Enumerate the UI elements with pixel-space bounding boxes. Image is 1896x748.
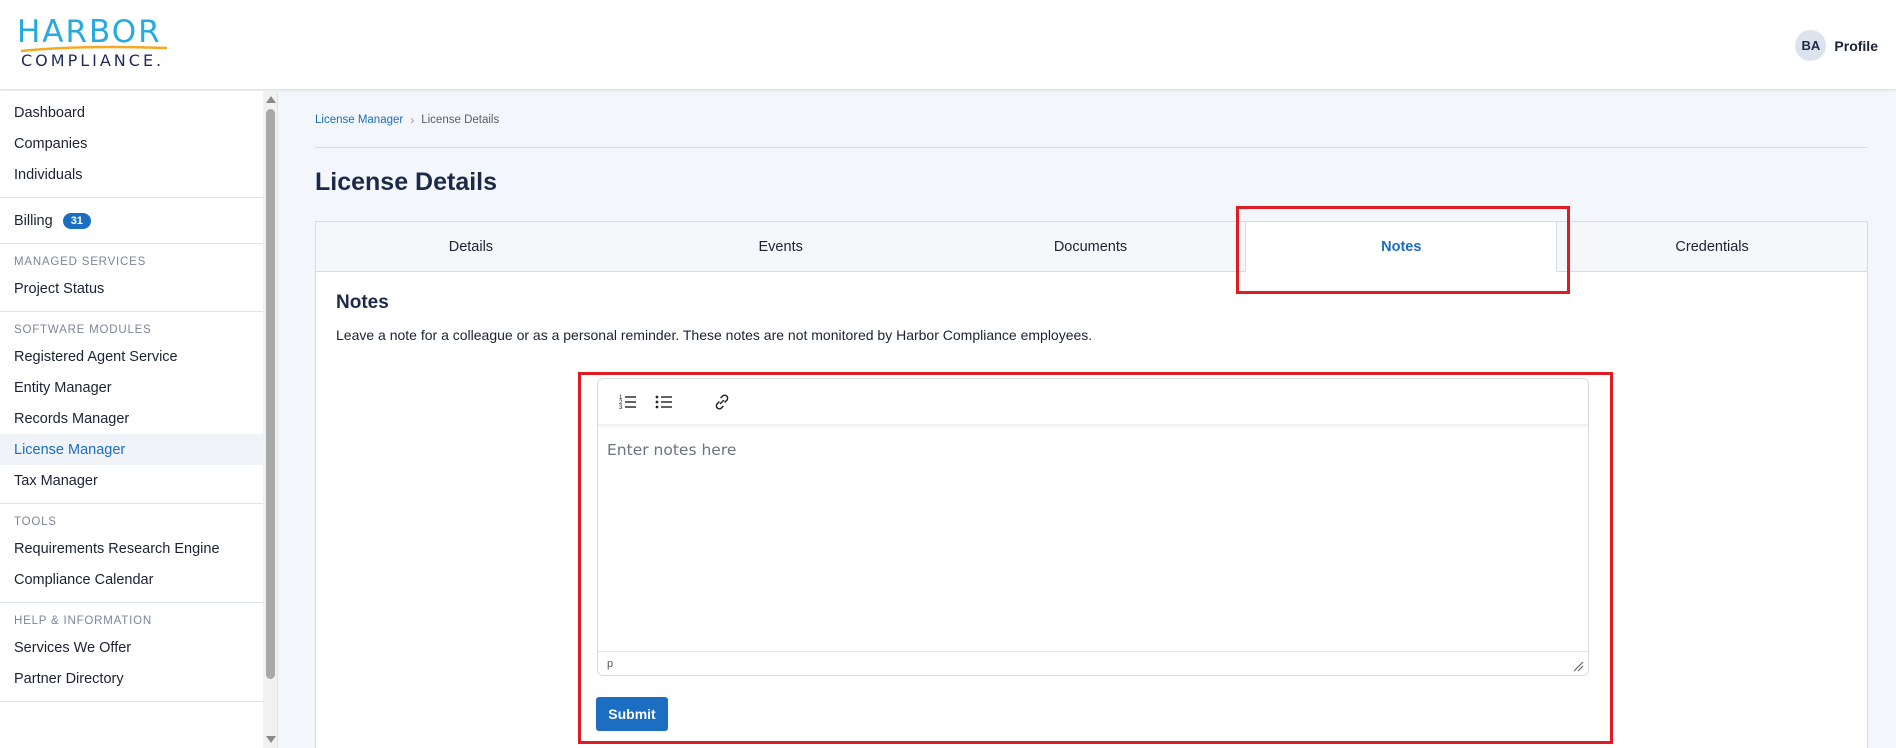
tab-events[interactable]: Events	[625, 222, 936, 272]
sidebar-item-services-we-offer[interactable]: Services We Offer	[0, 632, 263, 663]
notes-panel: Notes Leave a note for a colleague or as…	[315, 272, 1868, 748]
sidebar-section-help-information: HELP & INFORMATION	[14, 615, 152, 627]
profile-menu[interactable]: BA Profile	[1795, 30, 1878, 61]
sidebar-divider	[0, 701, 263, 702]
sidebar-item-records-manager[interactable]: Records Manager	[0, 403, 263, 434]
tab-details[interactable]: Details	[316, 222, 626, 272]
sidebar-divider	[0, 503, 263, 504]
bullet-list-icon[interactable]	[652, 390, 676, 414]
sidebar-item-individuals[interactable]: Individuals	[0, 159, 263, 190]
top-header: HARBOR COMPLIANCE. BA Profile	[0, 0, 1896, 90]
tab-credentials[interactable]: Credentials	[1557, 222, 1867, 272]
sidebar-item-license-manager[interactable]: License Manager	[0, 434, 263, 465]
sidebar: Dashboard Companies Individuals Billing …	[0, 91, 278, 748]
sidebar-item-compliance-calendar[interactable]: Compliance Calendar	[0, 564, 263, 595]
sidebar-item-entity-manager[interactable]: Entity Manager	[0, 372, 263, 403]
page-title: License Details	[315, 168, 498, 196]
breadcrumb-chevron-icon: ›	[410, 113, 415, 127]
notes-text-area[interactable]: Enter notes here	[598, 426, 1588, 650]
sidebar-item-label: Billing	[14, 212, 53, 229]
sidebar-item-label: License Manager	[14, 441, 126, 458]
sidebar-item-requirements-research-engine[interactable]: Requirements Research Engine	[0, 533, 263, 564]
sidebar-item-billing[interactable]: Billing 31	[0, 205, 263, 236]
editor-statusbar: p	[598, 651, 1588, 675]
sidebar-section-tools: TOOLS	[14, 516, 57, 528]
sidebar-item-label: Tax Manager	[14, 472, 98, 489]
sidebar-item-label: Services We Offer	[14, 639, 132, 656]
element-path[interactable]: p	[607, 658, 613, 670]
sidebar-item-label: Records Manager	[14, 410, 130, 427]
sidebar-item-companies[interactable]: Companies	[0, 128, 263, 159]
sidebar-section-software-modules: SOFTWARE MODULES	[14, 324, 152, 336]
notes-rich-text-editor: 1 2 3 Enter notes here p	[597, 378, 1589, 676]
sidebar-item-dashboard[interactable]: Dashboard	[0, 97, 263, 128]
sidebar-item-label: Partner Directory	[14, 670, 124, 687]
sidebar-divider	[0, 243, 263, 244]
sidebar-nav: Dashboard Companies Individuals Billing …	[0, 91, 263, 709]
submit-button[interactable]: Submit	[596, 697, 668, 731]
notes-heading: Notes	[336, 292, 389, 313]
license-tabs: Details Events Documents Notes Credentia…	[315, 221, 1868, 272]
link-icon[interactable]	[710, 390, 734, 414]
breadcrumb-license-manager-link[interactable]: License Manager	[315, 114, 403, 126]
scroll-down-arrow-icon[interactable]	[266, 736, 276, 743]
sidebar-item-label: Project Status	[14, 280, 105, 297]
sidebar-divider	[0, 602, 263, 603]
billing-count-badge: 31	[62, 212, 91, 229]
header-divider	[315, 147, 1868, 148]
scrollbar-thumb[interactable]	[266, 109, 275, 679]
logo-wordmark-top: HARBOR	[17, 14, 162, 50]
sidebar-item-label: Companies	[14, 135, 88, 152]
sidebar-item-label: Dashboard	[14, 104, 85, 121]
sidebar-item-label: Registered Agent Service	[14, 348, 178, 365]
profile-label: Profile	[1834, 37, 1878, 54]
ordered-list-icon[interactable]: 1 2 3	[616, 390, 640, 414]
harbor-compliance-logo[interactable]: HARBOR COMPLIANCE.	[17, 16, 177, 72]
sidebar-divider	[0, 311, 263, 312]
tab-notes[interactable]: Notes	[1245, 222, 1558, 272]
sidebar-divider	[0, 197, 263, 198]
logo-wordmark-bottom: COMPLIANCE.	[21, 51, 165, 70]
sidebar-item-label: Entity Manager	[14, 379, 112, 396]
tab-documents[interactable]: Documents	[935, 222, 1246, 272]
sidebar-item-partner-directory[interactable]: Partner Directory	[0, 663, 263, 694]
sidebar-item-registered-agent-service[interactable]: Registered Agent Service	[0, 341, 263, 372]
sidebar-item-label: Compliance Calendar	[14, 571, 154, 588]
avatar: BA	[1795, 30, 1827, 61]
resize-handle-icon[interactable]	[1572, 660, 1584, 672]
scroll-up-arrow-icon[interactable]	[266, 96, 276, 103]
sidebar-item-label: Individuals	[14, 166, 83, 183]
sidebar-section-managed-services: MANAGED SERVICES	[14, 256, 147, 268]
sidebar-item-tax-manager[interactable]: Tax Manager	[0, 465, 263, 496]
editor-toolbar: 1 2 3	[598, 379, 1588, 425]
sidebar-item-label: Requirements Research Engine	[14, 540, 220, 557]
svg-text:3: 3	[619, 405, 623, 411]
notes-description: Leave a note for a colleague or as a per…	[336, 327, 1093, 343]
sidebar-item-project-status[interactable]: Project Status	[0, 273, 263, 304]
breadcrumb-current: License Details	[421, 114, 500, 126]
breadcrumb: License Manager › License Details	[315, 113, 499, 127]
sidebar-scrollbar[interactable]	[263, 91, 277, 748]
